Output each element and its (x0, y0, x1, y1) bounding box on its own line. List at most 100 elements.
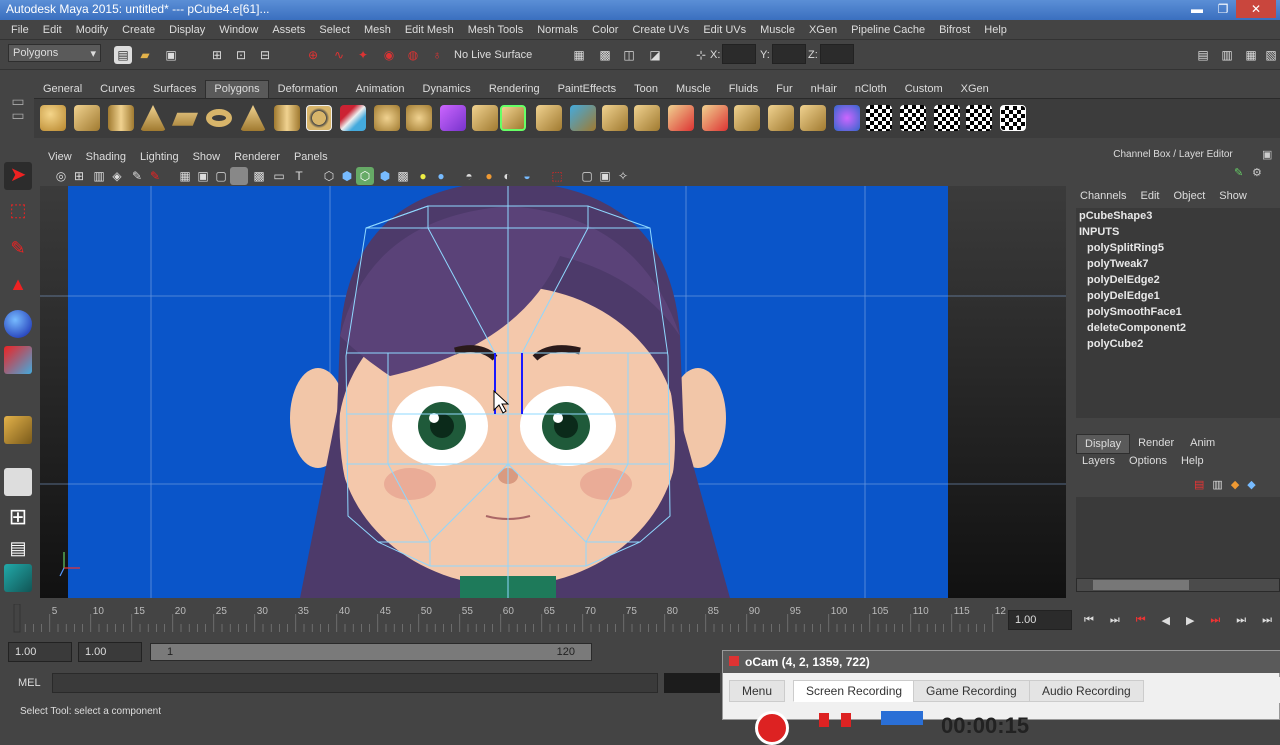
isolate-select-icon[interactable]: ⬚ (548, 167, 566, 185)
menu-normals[interactable]: Normals (530, 24, 585, 36)
step-back-icon[interactable]: ⏭ (1110, 614, 1120, 627)
insert-edge-loop-icon[interactable] (570, 105, 596, 131)
current-frame-field[interactable]: 1.00 (1008, 610, 1072, 630)
new-scene-icon[interactable]: ▤ (114, 46, 132, 64)
lasso-tool-icon[interactable]: ⬚ (4, 200, 32, 228)
planar-map-icon[interactable] (900, 105, 926, 131)
transform-input-icon[interactable]: ⊹ (692, 46, 710, 64)
scale-tool-icon[interactable] (4, 346, 32, 374)
ocam-tab-menu[interactable]: Menu (729, 680, 786, 702)
viewport-menu-view[interactable]: View (48, 151, 72, 163)
viewport-menu-shading[interactable]: Shading (86, 151, 126, 163)
move-down-icon[interactable]: ◆ (1247, 478, 1255, 491)
open-scene-icon[interactable]: ▰ (136, 46, 154, 64)
step-forward-icon[interactable]: ⏭ (1262, 614, 1272, 627)
layer-tab-display[interactable]: Display (1076, 434, 1131, 454)
sculpt-icon[interactable] (834, 105, 860, 131)
safe-title-icon[interactable]: T (290, 167, 308, 185)
shelf-tab-surfaces[interactable]: Surfaces (144, 80, 205, 98)
viewport-menu-renderer[interactable]: Renderer (234, 151, 280, 163)
render-frame-icon[interactable]: ▩ (596, 46, 614, 64)
range-slider[interactable]: 1 120 (150, 643, 592, 661)
grease-pencil-icon[interactable]: ✎ (128, 167, 146, 185)
textured-icon[interactable]: ▩ (394, 167, 412, 185)
shelf-tab-nhair[interactable]: nHair (802, 80, 846, 98)
menu-mesh-tools[interactable]: Mesh Tools (461, 24, 530, 36)
xray-joints-icon[interactable]: ▢ (578, 167, 596, 185)
merge-icon[interactable] (668, 105, 694, 131)
rotate-tool-icon[interactable] (4, 310, 32, 338)
restore-button[interactable]: ❐ (1210, 0, 1236, 18)
snap-surface-icon[interactable]: ◍ (404, 46, 422, 64)
layer-tab-anim[interactable]: Anim (1182, 434, 1223, 454)
extrude-icon[interactable] (440, 105, 466, 131)
menu-muscle[interactable]: Muscle (753, 24, 802, 36)
mel-label[interactable]: MEL (18, 677, 41, 689)
menu-edit[interactable]: Edit (36, 24, 69, 36)
offset-edge-loop-icon[interactable] (602, 105, 628, 131)
select-hierarchy-icon[interactable]: ⊞ (208, 46, 226, 64)
animation-start-field[interactable]: 1.00 (8, 642, 72, 662)
tool-settings-icon[interactable]: ▥ (1218, 46, 1236, 64)
shelf-tab-ncloth[interactable]: nCloth (846, 80, 896, 98)
channels-menu[interactable]: Channels (1080, 190, 1126, 202)
bevel-icon[interactable] (634, 105, 660, 131)
layout-four-icon[interactable]: ⊞ (4, 504, 32, 532)
ipr-render-icon[interactable]: ◫ (620, 46, 638, 64)
input-node[interactable]: polyCube2 (1076, 336, 1280, 352)
channel-edit-menu[interactable]: Edit (1140, 190, 1159, 202)
input-node[interactable]: polyTweak7 (1076, 256, 1280, 272)
layer-tab-render[interactable]: Render (1130, 434, 1182, 454)
render-settings-icon[interactable]: ◪ (646, 46, 664, 64)
shelf-tab-xgen[interactable]: XGen (952, 80, 998, 98)
step-forward-key-icon[interactable]: ⏭ (1210, 614, 1220, 627)
ocam-tab-screen-recording[interactable]: Screen Recording (793, 680, 916, 702)
resolution-gate-icon[interactable]: ▢ (212, 167, 230, 185)
shelf-tab-rendering[interactable]: Rendering (480, 80, 549, 98)
save-scene-icon[interactable]: ▣ (162, 46, 180, 64)
live-surface-icon[interactable]: ♁ (428, 46, 446, 64)
xray-icon[interactable]: ⬢ (376, 167, 394, 185)
paint-select-icon[interactable]: ✎ (4, 238, 32, 266)
menu-pipeline-cache[interactable]: Pipeline Cache (844, 24, 932, 36)
menu-assets[interactable]: Assets (265, 24, 312, 36)
menu-file[interactable]: File (4, 24, 36, 36)
cylindrical-map-icon[interactable] (934, 105, 960, 131)
step-back-key-icon[interactable]: ⏮ (1136, 614, 1146, 627)
shelf-tab-animation[interactable]: Animation (347, 80, 414, 98)
channel-settings-icon[interactable]: ⚙ (1252, 166, 1262, 179)
image-plane-icon[interactable]: ◈ (108, 167, 126, 185)
last-tool-icon[interactable] (4, 416, 32, 444)
layer-help-menu[interactable]: Help (1181, 455, 1204, 471)
append-polygon-icon[interactable] (500, 105, 526, 131)
split-polygon-icon[interactable] (536, 105, 562, 131)
menu-create-uvs[interactable]: Create UVs (625, 24, 696, 36)
menu-mesh[interactable]: Mesh (357, 24, 398, 36)
time-slider[interactable]: 1510152025303540455055606570758085909510… (0, 604, 1008, 634)
input-node[interactable]: deleteComponent2 (1076, 320, 1280, 336)
xray-pencil-icon[interactable]: ✎ (146, 167, 164, 185)
layout-single-icon[interactable] (4, 468, 32, 496)
pause-icon-2[interactable] (841, 713, 851, 727)
channel-show-menu[interactable]: Show (1219, 190, 1247, 202)
grid-icon[interactable]: ▦ (176, 167, 194, 185)
bookmarks-icon[interactable]: ▥ (90, 167, 108, 185)
automatic-map-icon[interactable] (1000, 105, 1026, 131)
layers-menu[interactable]: Layers (1082, 455, 1115, 471)
y-field[interactable] (772, 44, 806, 64)
motion-blur-icon[interactable]: ● (480, 167, 498, 185)
new-layer-selected-icon[interactable]: ▥ (1212, 478, 1222, 491)
shelf-tab-polygons[interactable]: Polygons (205, 80, 269, 98)
ocam-tab-game-recording[interactable]: Game Recording (913, 680, 1030, 702)
poly-cube-icon[interactable] (74, 105, 100, 131)
wireframe-on-shaded-icon[interactable]: ⬡ (356, 167, 374, 185)
poly-pyramid-icon[interactable] (240, 105, 266, 131)
menu-select[interactable]: Select (312, 24, 357, 36)
command-input[interactable] (52, 673, 658, 693)
menu-edit-uvs[interactable]: Edit UVs (696, 24, 753, 36)
depth-of-field-icon[interactable]: ◒ (518, 167, 536, 185)
go-to-start-icon[interactable]: ⏮ (1084, 614, 1094, 627)
multisample-icon[interactable]: ◐ (498, 167, 516, 185)
select-object-icon[interactable]: ⊡ (232, 46, 250, 64)
layer-scrollbar[interactable] (1076, 578, 1280, 592)
